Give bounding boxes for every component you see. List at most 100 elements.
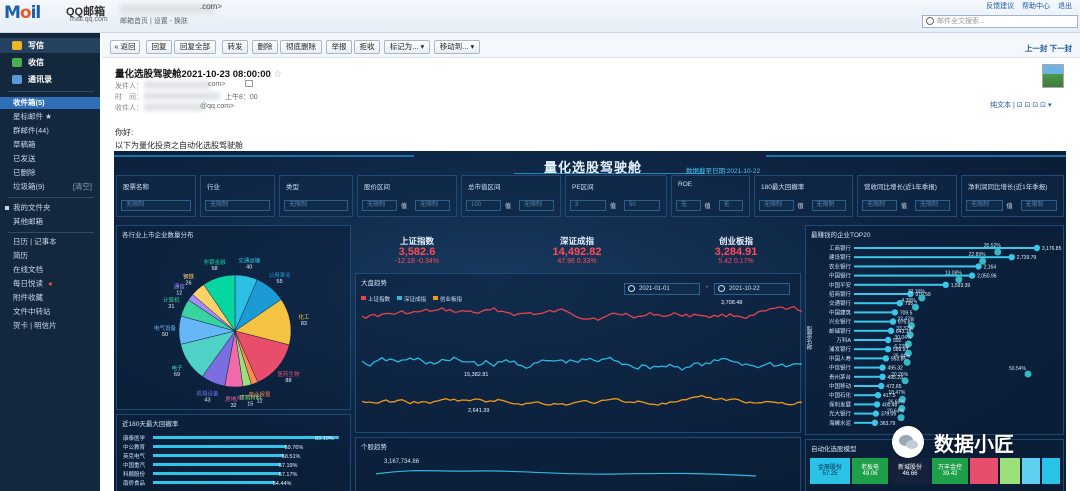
mail-toolbar: « 返回 回复 回复全部 转发 删除 彻底删除 举报 拒收 标记为... ▾ 移…	[102, 33, 1080, 58]
pie-slice-value: 40	[246, 264, 252, 270]
folder-drafts[interactable]: 草稿箱	[0, 139, 100, 151]
drawdown-value: 59.76%	[285, 445, 304, 451]
top20-bar	[854, 385, 882, 387]
top20-bar-cap	[889, 318, 897, 325]
daily-reading-link[interactable]: 每日悦读 ●	[0, 278, 100, 290]
filter-label: 类型	[286, 184, 299, 191]
attachments-link[interactable]: 附件收藏	[0, 292, 100, 304]
drawdown-bar	[153, 436, 339, 439]
drawdown-value: 57.19%	[279, 463, 298, 469]
resume-link[interactable]: 简历	[0, 250, 100, 262]
filter-max-input[interactable]: 无限制	[915, 200, 950, 211]
pie-slice-label: 通信	[174, 283, 186, 291]
empty-spam-link[interactable]: [清空]	[73, 181, 92, 193]
report-button[interactable]: 举报	[326, 40, 352, 54]
filter-max-input[interactable]: 无限制	[519, 200, 554, 211]
filter-min-input[interactable]: 无限制	[362, 200, 397, 211]
reply-all-button[interactable]: 回复全部	[174, 40, 216, 54]
filter-5: PE区间 3 值 50	[565, 175, 667, 217]
drawdown-bar	[153, 481, 275, 484]
top20-bar-cap	[873, 401, 881, 408]
filter-mid-label: 值	[1006, 204, 1013, 210]
pie-slice-label: 机械设备	[196, 389, 219, 397]
reply-button[interactable]: 回复	[146, 40, 172, 54]
my-folders[interactable]: 我的文件夹	[0, 202, 100, 214]
back-button[interactable]: « 返回	[110, 40, 140, 54]
filter-min-input[interactable]: 100	[466, 200, 501, 211]
industry-pie-panel: 各行业上市企业数量分布 交通运输 40 公用事业 55 化工 83 医药生物 88 商业贸易 12…	[116, 225, 351, 410]
trend-point-label: 2,641.39	[468, 408, 489, 414]
date-from-input[interactable]: 2021-01-01	[624, 283, 700, 295]
online-docs-link[interactable]: 在线文档	[0, 264, 100, 276]
star-icon[interactable]: ☆	[273, 69, 282, 80]
filter-max-input[interactable]: 无限制	[1020, 200, 1057, 211]
drawdown-bar	[153, 454, 284, 457]
feedback-link[interactable]: 反馈建议	[986, 3, 1014, 10]
inbox-button[interactable]: 收信	[0, 55, 100, 70]
filter-min-input[interactable]: 无限制	[759, 200, 794, 211]
folder-spam[interactable]: 垃圾箱(9) [清空]	[0, 181, 100, 193]
qq-mail-logo[interactable]: Moil	[4, 3, 41, 23]
account-email-tail: .com>	[200, 2, 223, 11]
folder-deleted[interactable]: 已删除	[0, 167, 100, 179]
drawdown-label: 英克电气	[123, 452, 146, 460]
reject-button[interactable]: 拒收	[354, 40, 380, 54]
filter-max-input[interactable]: 无限制	[811, 200, 846, 211]
top20-bar	[854, 311, 895, 314]
top20-category: 万科A	[836, 336, 851, 344]
filter-select[interactable]: 无限制	[284, 200, 348, 211]
top20-bar	[854, 339, 889, 341]
model-title: 自动化选股模型	[811, 446, 857, 453]
plain-text-tools[interactable]: 纯文本 | ⊡ ⊡ ⊡ ⊡ ▾	[990, 100, 1051, 110]
file-transfer-link[interactable]: 文件中转站	[0, 306, 100, 318]
cards-link[interactable]: 贺卡 | 明信片	[0, 320, 100, 332]
folder-sent[interactable]: 已发送	[0, 153, 100, 165]
filter-min-input[interactable]: 无限制	[966, 200, 1003, 211]
trend-line	[361, 356, 802, 371]
top20-value: 2,164	[984, 264, 997, 270]
top20-bar	[854, 265, 979, 268]
help-link[interactable]: 帮助中心	[1022, 3, 1050, 10]
filter-max-input[interactable]: 50	[624, 200, 660, 211]
index-value-cy: 3,284.91	[714, 246, 758, 258]
filter-min-input[interactable]: 无限制	[862, 200, 897, 211]
filter-max-input[interactable]: 无	[718, 200, 743, 211]
top20-bar-cap	[887, 327, 895, 334]
legend-swatch	[397, 296, 402, 300]
mark-as-dropdown[interactable]: 标记为... ▾	[384, 40, 430, 54]
filter-select[interactable]: 无限制	[205, 200, 270, 211]
folder-starred[interactable]: 星标邮件 ★	[0, 111, 100, 123]
permanent-delete-button[interactable]: 彻底删除	[280, 40, 322, 54]
write-button[interactable]: 写信	[0, 38, 100, 53]
sender-avatar[interactable]	[1042, 64, 1064, 88]
calendar-notes-link[interactable]: 日历 | 记事本	[0, 236, 100, 248]
top20-bar-cap	[1033, 244, 1041, 252]
move-to-dropdown[interactable]: 移动到... ▾	[434, 40, 480, 54]
mail-search-input[interactable]: 邮件全文搜索...	[922, 15, 1078, 28]
top20-category: 农业银行	[829, 262, 852, 270]
filter-min-input[interactable]: 3	[570, 200, 606, 211]
contact-card-icon[interactable]	[245, 80, 253, 87]
account-links[interactable]: 邮箱首页 | 设置 - 换肤	[120, 16, 188, 26]
forward-button[interactable]: 转发	[222, 40, 248, 54]
other-mailbox[interactable]: 其他邮箱	[0, 216, 100, 228]
folder-spam-label: 垃圾箱(9)	[13, 182, 45, 191]
top20-growth-dot	[897, 414, 905, 422]
folder-inbox[interactable]: 收件箱(5)	[0, 97, 100, 109]
filter-select[interactable]: 无限制	[121, 200, 191, 211]
delete-button[interactable]: 删除	[252, 40, 278, 54]
top20-value: 2,050.96	[977, 274, 997, 280]
filter-min-input[interactable]: 无	[676, 200, 701, 211]
contacts-button[interactable]: 通讯录	[0, 72, 100, 87]
filter-mid-label: 值	[704, 204, 711, 210]
recipient-blurred	[144, 103, 202, 111]
prev-next-nav[interactable]: 上一封 下一封	[1025, 43, 1072, 54]
folder-group[interactable]: 群邮件(44)	[0, 125, 100, 137]
date-to-input[interactable]: 2021-10-22	[714, 283, 790, 295]
treemap-cell: 金辰股份 57.25	[810, 458, 850, 484]
treemap-value: 57.25	[822, 471, 838, 477]
logout-link[interactable]: 退出	[1058, 3, 1072, 10]
top20-bar	[854, 283, 946, 286]
filter-mid-label: 值	[401, 204, 408, 210]
filter-max-input[interactable]: 无限制	[415, 200, 450, 211]
